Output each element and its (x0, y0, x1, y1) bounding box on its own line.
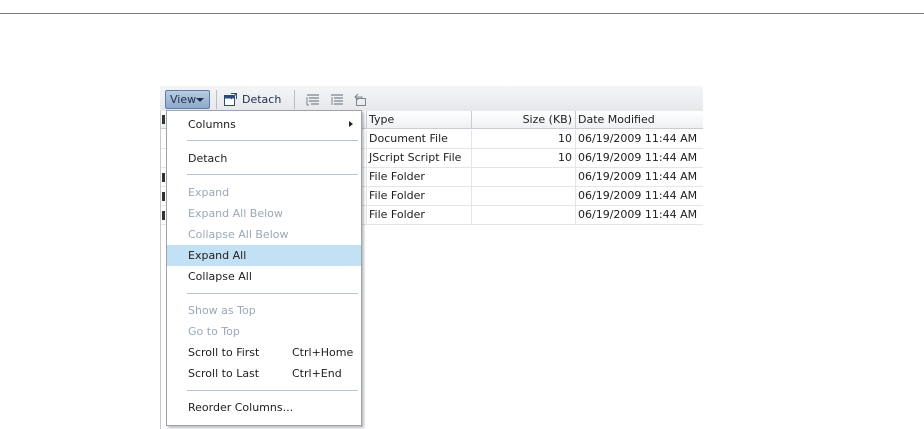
row-icon (162, 211, 165, 220)
toolbar-separator (216, 90, 217, 109)
column-header-date[interactable]: Date Modified (575, 111, 703, 129)
chevron-right-icon (349, 121, 353, 127)
go-up-icon[interactable] (353, 93, 367, 107)
cell-size (471, 187, 575, 206)
menu-item-label: Reorder Columns... (188, 401, 294, 414)
menu-item-expand-all-below[interactable]: Expand All Below (167, 203, 361, 224)
menu-item-label: Go to Top (188, 325, 240, 338)
column-header-size[interactable]: Size (KB) (471, 111, 575, 129)
top-divider (0, 13, 924, 14)
menu-item-label: Scroll to Last (188, 367, 260, 380)
column-header-type[interactable]: Type (366, 111, 471, 129)
cell-type: JScript Script File (366, 149, 471, 168)
menu-item-go-to-top[interactable]: Go to Top (167, 321, 361, 342)
expand-all-icon[interactable] (306, 93, 320, 107)
menu-item-label: Expand (188, 186, 230, 199)
detach-button-label: Detach (242, 93, 282, 106)
column-header-label: Type (369, 113, 395, 126)
menu-separator (187, 174, 358, 175)
cell-date: 06/19/2009 11:44 AM (575, 149, 703, 168)
cell-type: Document File (366, 130, 471, 149)
row-icon (162, 192, 165, 201)
menu-separator (187, 140, 358, 141)
menu-item-columns[interactable]: Columns (167, 114, 361, 135)
cell-type: File Folder (366, 187, 471, 206)
cell-date: 06/19/2009 11:44 AM (575, 187, 703, 206)
column-header-label: Date Modified (578, 113, 655, 126)
column-header-label: Size (KB) (522, 113, 572, 126)
cell-date: 06/19/2009 11:44 AM (575, 206, 703, 225)
menu-item-label: Detach (188, 152, 228, 165)
menu-item-collapse-all-below[interactable]: Collapse All Below (167, 224, 361, 245)
view-button-label: View (170, 93, 197, 106)
cell-size (471, 168, 575, 187)
menu-item-shortcut: Ctrl+Home (292, 346, 354, 359)
menu-separator (187, 390, 358, 391)
menu-item-collapse-all[interactable]: Collapse All (167, 266, 361, 287)
menu-item-label: Expand All Below (188, 207, 283, 220)
cell-type: File Folder (366, 206, 471, 225)
collapse-all-icon[interactable] (330, 93, 344, 107)
cell-size (471, 206, 575, 225)
cell-size: 10 (471, 130, 575, 149)
cell-date: 06/19/2009 11:44 AM (575, 130, 703, 149)
menu-item-reorder-columns[interactable]: Reorder Columns... (167, 397, 361, 418)
detach-icon (224, 93, 237, 106)
menu-item-label: Columns (188, 118, 236, 131)
view-menu-button[interactable]: View (165, 90, 210, 109)
menu-item-label: Collapse All Below (188, 228, 289, 241)
menu-item-label: Collapse All (188, 270, 252, 283)
menu-separator (187, 293, 358, 294)
row-icon (162, 115, 165, 124)
menu-item-label: Scroll to First (188, 346, 260, 359)
menu-item-show-as-top[interactable]: Show as Top (167, 300, 361, 321)
cell-date: 06/19/2009 11:44 AM (575, 168, 703, 187)
view-dropdown-menu: Columns Detach Expand Expand All Below C… (166, 110, 362, 426)
menu-item-label: Show as Top (188, 304, 256, 317)
chevron-down-icon (196, 98, 204, 102)
menu-item-expand[interactable]: Expand (167, 182, 361, 203)
menu-item-expand-all[interactable]: Expand All (167, 245, 361, 266)
menu-item-shortcut: Ctrl+End (292, 367, 342, 380)
cell-type: File Folder (366, 168, 471, 187)
menu-item-scroll-to-first[interactable]: Scroll to First Ctrl+Home (167, 342, 361, 363)
menu-item-detach[interactable]: Detach (167, 148, 361, 169)
menu-item-label: Expand All (188, 249, 247, 262)
toolbar-separator (294, 90, 295, 109)
row-icon (162, 173, 165, 182)
cell-size: 10 (471, 149, 575, 168)
menu-item-scroll-to-last[interactable]: Scroll to Last Ctrl+End (167, 363, 361, 384)
